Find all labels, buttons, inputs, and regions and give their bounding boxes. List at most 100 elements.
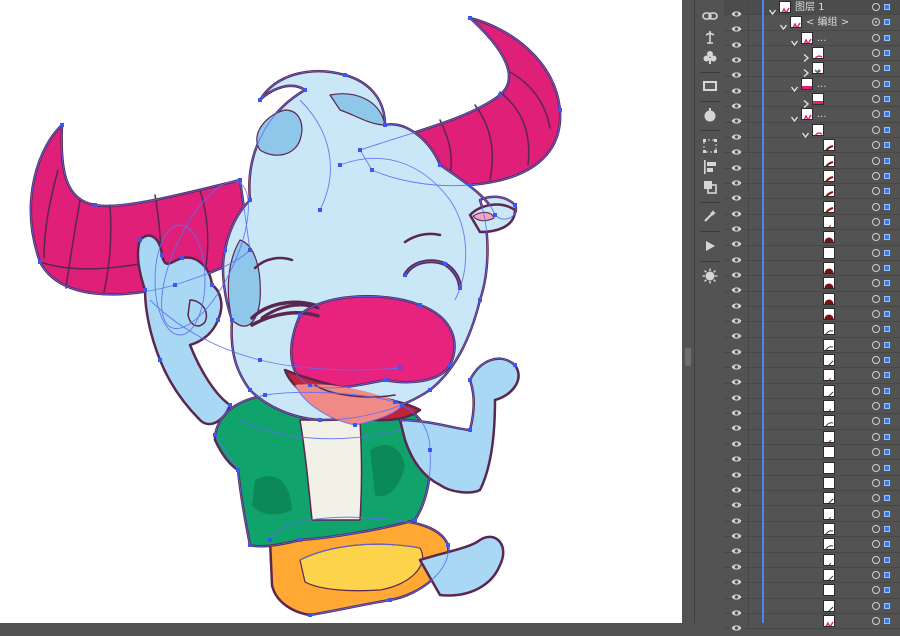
align-icon[interactable] bbox=[699, 156, 721, 178]
target-circle-icon[interactable] bbox=[872, 18, 880, 27]
selection-indicator[interactable] bbox=[884, 80, 890, 87]
target-circle-icon[interactable] bbox=[872, 125, 880, 134]
selection-indicator[interactable] bbox=[884, 19, 890, 26]
selection-indicator[interactable] bbox=[884, 587, 890, 594]
visibility-eye-icon[interactable] bbox=[731, 556, 742, 570]
layer-row[interactable] bbox=[724, 460, 900, 478]
actions-play-icon[interactable] bbox=[699, 235, 721, 257]
selection-indicator[interactable] bbox=[884, 571, 890, 578]
transform-icon[interactable] bbox=[699, 135, 721, 157]
target-circle-icon[interactable] bbox=[872, 601, 880, 610]
chevron-down-icon[interactable] bbox=[801, 125, 810, 138]
selection-indicator[interactable] bbox=[884, 556, 890, 563]
selection-indicator[interactable] bbox=[884, 188, 890, 195]
target-circle-icon[interactable] bbox=[872, 248, 880, 257]
selection-indicator[interactable] bbox=[884, 372, 890, 379]
layer-row[interactable] bbox=[724, 429, 900, 447]
selection-indicator[interactable] bbox=[884, 50, 890, 57]
visibility-eye-icon[interactable] bbox=[731, 34, 742, 48]
splitter-grip[interactable] bbox=[685, 348, 691, 366]
target-circle-icon[interactable] bbox=[872, 555, 880, 564]
layer-row[interactable] bbox=[724, 230, 900, 247]
selection-indicator[interactable] bbox=[884, 602, 890, 609]
panel-splitter[interactable] bbox=[682, 0, 694, 623]
target-circle-icon[interactable] bbox=[872, 570, 880, 579]
layer-row[interactable] bbox=[724, 46, 900, 63]
chevron-right-icon[interactable] bbox=[801, 94, 810, 109]
chevron-down-icon[interactable] bbox=[790, 79, 799, 92]
selection-indicator[interactable] bbox=[884, 311, 890, 317]
selection-indicator[interactable] bbox=[884, 326, 890, 333]
selection-indicator[interactable] bbox=[884, 65, 890, 72]
target-circle-icon[interactable] bbox=[872, 494, 880, 503]
layer-row[interactable] bbox=[724, 260, 900, 278]
layer-row[interactable] bbox=[724, 537, 900, 554]
target-circle-icon[interactable] bbox=[872, 279, 880, 288]
visibility-eye-icon[interactable] bbox=[731, 479, 742, 493]
selection-indicator[interactable] bbox=[884, 449, 890, 456]
visibility-eye-icon[interactable] bbox=[731, 510, 742, 524]
target-circle-icon[interactable] bbox=[872, 340, 880, 349]
layer-row[interactable] bbox=[724, 353, 900, 370]
layer-row[interactable] bbox=[724, 583, 900, 600]
selection-indicator[interactable] bbox=[884, 418, 890, 425]
layer-row[interactable] bbox=[724, 214, 900, 232]
visibility-eye-icon[interactable] bbox=[731, 64, 742, 79]
selection-indicator[interactable] bbox=[884, 525, 890, 532]
layer-row[interactable] bbox=[724, 506, 900, 524]
layer-name[interactable]: ... bbox=[817, 78, 827, 91]
layer-row[interactable] bbox=[724, 399, 900, 416]
layer-row[interactable] bbox=[724, 383, 900, 401]
selection-indicator[interactable] bbox=[884, 126, 890, 133]
visibility-eye-icon[interactable] bbox=[731, 141, 742, 155]
selection-indicator[interactable] bbox=[884, 464, 890, 471]
visibility-eye-icon[interactable] bbox=[731, 233, 742, 247]
layer-row[interactable] bbox=[724, 245, 900, 263]
layer-name[interactable]: 图层 1 bbox=[795, 1, 825, 14]
chevron-down-icon[interactable] bbox=[790, 33, 799, 46]
target-circle-icon[interactable] bbox=[872, 417, 880, 426]
layer-row[interactable] bbox=[724, 337, 900, 355]
selection-indicator[interactable] bbox=[884, 218, 890, 225]
puppet-warp-icon[interactable] bbox=[699, 26, 721, 48]
gradient-panel-icon[interactable] bbox=[699, 75, 721, 97]
selection-indicator[interactable] bbox=[884, 357, 890, 364]
target-circle-icon[interactable] bbox=[872, 524, 880, 533]
selection-indicator[interactable] bbox=[884, 249, 890, 256]
target-circle-icon[interactable] bbox=[872, 540, 880, 549]
layer-row[interactable] bbox=[724, 138, 900, 155]
target-circle-icon[interactable] bbox=[872, 371, 880, 380]
visibility-eye-icon[interactable] bbox=[731, 464, 742, 478]
layer-name[interactable]: ... bbox=[817, 108, 827, 121]
visibility-eye-icon[interactable] bbox=[731, 387, 742, 401]
visibility-eye-icon[interactable] bbox=[731, 525, 742, 539]
layer-row[interactable]: ... bbox=[724, 107, 900, 125]
target-circle-icon[interactable] bbox=[872, 310, 880, 318]
selection-indicator[interactable] bbox=[884, 111, 890, 118]
chevron-right-icon[interactable] bbox=[801, 63, 810, 78]
layer-row[interactable] bbox=[724, 276, 900, 293]
layer-row[interactable] bbox=[724, 92, 900, 109]
layer-row[interactable] bbox=[724, 414, 900, 432]
symbol-sprayer-icon[interactable] bbox=[699, 46, 721, 68]
target-circle-icon[interactable] bbox=[872, 79, 880, 88]
selection-indicator[interactable] bbox=[884, 295, 890, 302]
layer-row[interactable]: ... bbox=[724, 76, 900, 94]
layer-row[interactable] bbox=[724, 153, 900, 171]
selection-indicator[interactable] bbox=[884, 34, 890, 41]
target-circle-icon[interactable] bbox=[872, 202, 880, 211]
selection-indicator[interactable] bbox=[884, 157, 890, 164]
layer-row[interactable] bbox=[724, 322, 900, 339]
visibility-eye-icon[interactable] bbox=[731, 126, 742, 140]
layer-row[interactable] bbox=[724, 184, 900, 201]
selection-indicator[interactable] bbox=[884, 264, 890, 271]
layer-name[interactable]: ... bbox=[817, 32, 827, 45]
layer-row[interactable]: ... bbox=[724, 30, 900, 48]
chevron-down-icon[interactable] bbox=[768, 2, 777, 16]
visibility-eye-icon[interactable] bbox=[731, 172, 742, 186]
selection-indicator[interactable] bbox=[884, 4, 890, 10]
visibility-eye-icon[interactable] bbox=[731, 356, 742, 370]
visibility-eye-icon[interactable] bbox=[731, 586, 742, 600]
target-circle-icon[interactable] bbox=[872, 156, 880, 165]
target-circle-icon[interactable] bbox=[872, 217, 880, 226]
